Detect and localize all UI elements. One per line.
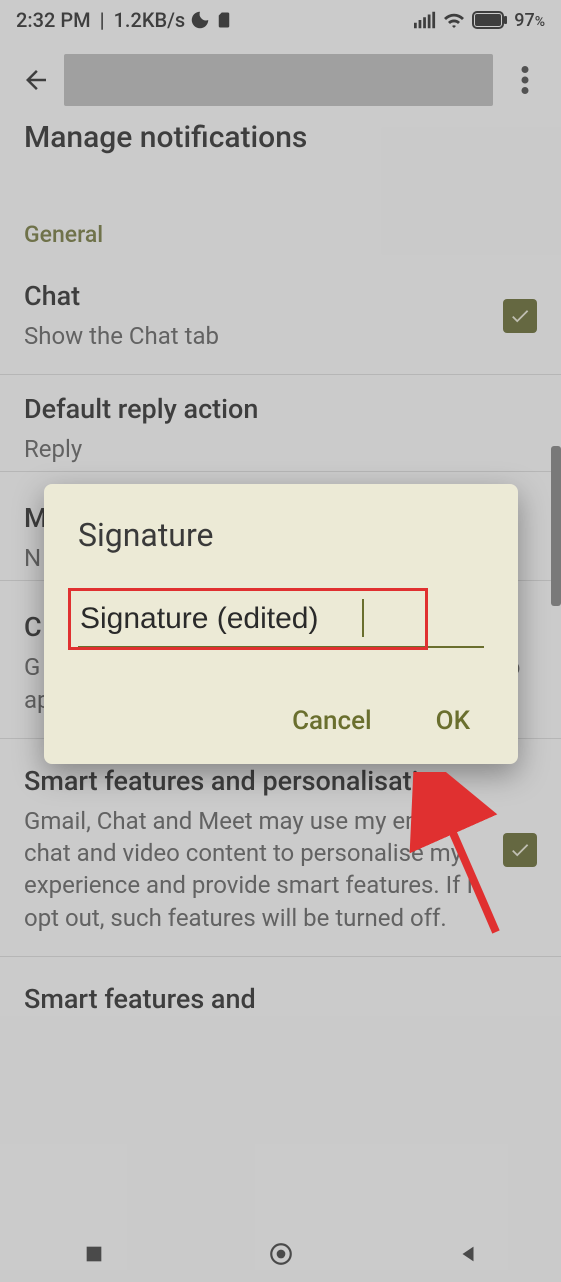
setting-sub: Reply	[24, 433, 525, 465]
status-time: 2:32 PM	[16, 8, 91, 32]
setting-title: Chat	[24, 280, 491, 314]
setting-title: Default reply action	[24, 393, 525, 427]
overflow-menu-button[interactable]	[501, 56, 549, 104]
battery-icon	[472, 10, 508, 30]
signal-icon	[414, 11, 436, 29]
battery-pct: 97%	[514, 10, 545, 31]
dnd-moon-icon	[189, 9, 211, 31]
setting-smart-features[interactable]: Smart features and personalisation Gmail…	[0, 739, 561, 957]
setting-default-reply[interactable]: Default reply action Reply	[0, 375, 561, 471]
arrow-left-icon	[21, 65, 51, 95]
setting-chat[interactable]: Chat Show the Chat tab	[0, 262, 561, 375]
wifi-icon	[442, 10, 466, 30]
cancel-button[interactable]: Cancel	[288, 696, 376, 746]
android-nav-bar	[0, 1226, 561, 1282]
smart-features-checkbox[interactable]	[503, 833, 537, 867]
app-bar	[0, 40, 561, 120]
setting-sub: Gmail, Chat and Meet may use my email, c…	[24, 805, 491, 935]
signature-dialog: Signature Cancel OK	[44, 484, 518, 764]
chat-checkbox[interactable]	[503, 299, 537, 333]
back-button[interactable]	[12, 56, 60, 104]
nav-home-button[interactable]	[241, 1234, 321, 1274]
dialog-title: Signature	[78, 516, 484, 554]
ok-button[interactable]: OK	[432, 696, 474, 746]
setting-title: Smart features and personalisation	[24, 765, 491, 799]
setting-manage-notifications[interactable]: Manage notifications	[0, 120, 561, 177]
status-bar: 2:32 PM | 1.2KB/s 97%	[0, 0, 561, 40]
status-sep: |	[95, 8, 110, 32]
scrollbar-thumb[interactable]	[551, 446, 561, 606]
more-vert-icon	[521, 66, 529, 94]
sim-icon	[215, 9, 233, 31]
text-cursor	[362, 599, 364, 637]
status-netspeed: 1.2KB/s	[114, 8, 186, 32]
check-icon	[509, 305, 531, 327]
section-general: General	[0, 177, 561, 262]
signature-input[interactable]	[78, 596, 484, 648]
nav-back-button[interactable]	[428, 1234, 508, 1274]
check-icon	[509, 839, 531, 861]
setting-smart-features-other[interactable]: Smart features and	[0, 957, 561, 1045]
setting-title: Smart features and	[24, 983, 525, 1017]
nav-recents-button[interactable]	[54, 1234, 134, 1274]
setting-sub: Show the Chat tab	[24, 320, 491, 352]
redacted-title	[64, 54, 493, 106]
